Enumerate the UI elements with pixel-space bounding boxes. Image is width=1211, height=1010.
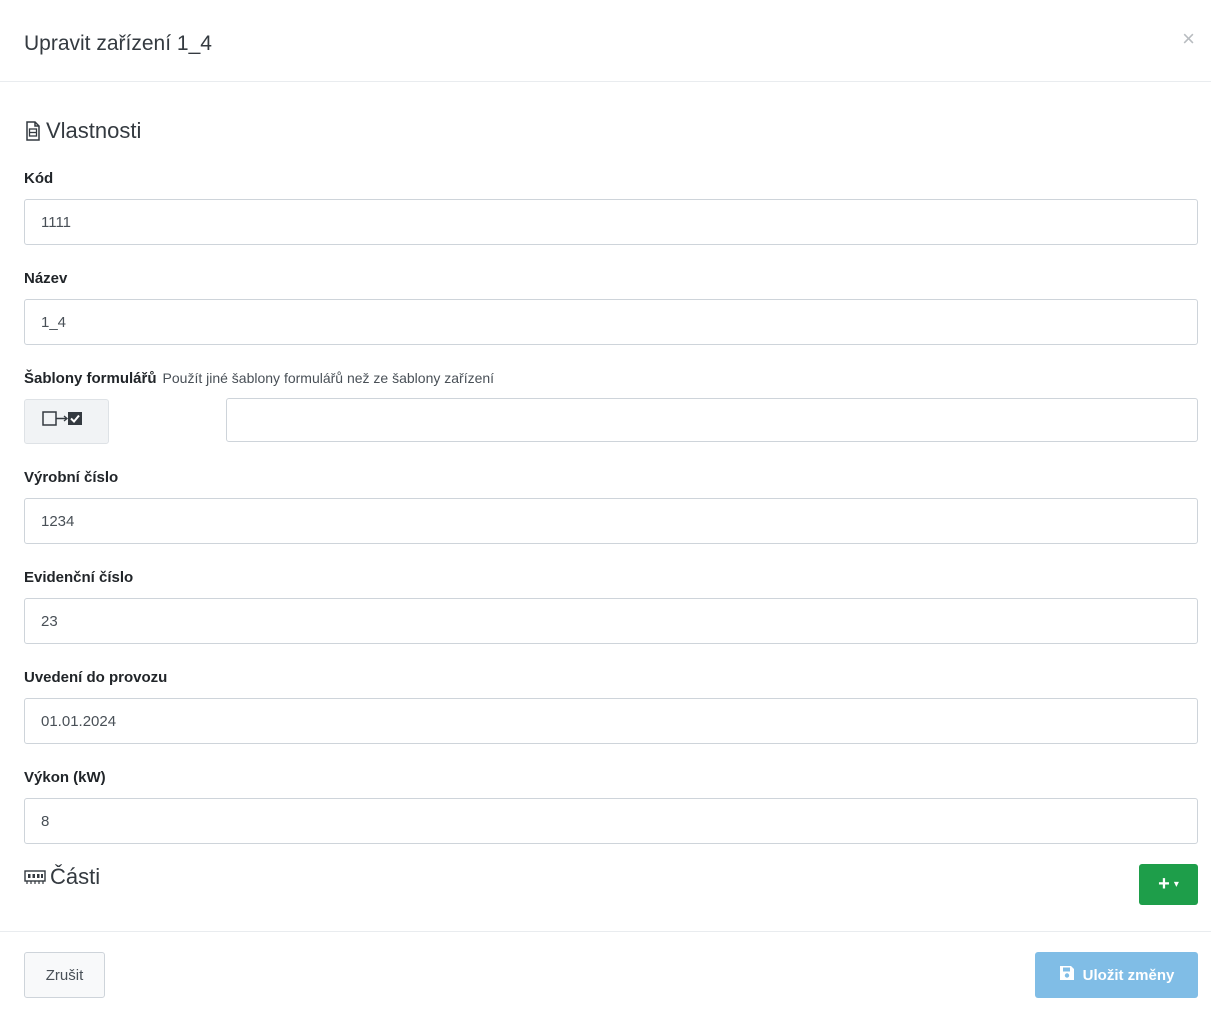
document-icon [24, 121, 42, 141]
parts-title: Části [50, 864, 101, 889]
modal-title: Upravit zařízení 1_4 [24, 32, 212, 55]
plus-icon: + [1158, 873, 1170, 895]
cancel-button[interactable]: Zrušit [24, 952, 105, 998]
add-part-button[interactable]: + ▾ [1139, 864, 1198, 905]
templates-label-text: Šablony formulářů [24, 370, 157, 387]
name-input[interactable] [24, 299, 1198, 345]
properties-title: Vlastnosti [46, 118, 142, 143]
save-changes-button[interactable]: Uložit změny [1035, 952, 1198, 998]
templates-hint: Použít jiné šablony formulářů než ze šab… [162, 370, 495, 386]
commissioning-input[interactable] [24, 698, 1198, 744]
registry-label: Evidenční číslo [24, 569, 134, 586]
name-label: Název [24, 270, 68, 287]
registry-input[interactable] [24, 598, 1198, 644]
code-input[interactable] [24, 199, 1198, 245]
checkbox-toggle-icon [41, 410, 93, 433]
code-label: Kód [24, 170, 54, 187]
templates-input[interactable] [226, 398, 1198, 442]
serial-label: Výrobní číslo [24, 469, 119, 486]
close-button[interactable]: × [1182, 28, 1195, 50]
serial-input[interactable] [24, 498, 1198, 544]
power-input[interactable] [24, 798, 1198, 844]
properties-section-title: Vlastnosti [24, 118, 141, 144]
templates-label: Šablony formulářů Použít jiné šablony for… [24, 370, 494, 387]
modal-header: Upravit zařízení 1_4 × [0, 10, 1211, 82]
save-changes-label: Uložit změny [1082, 966, 1175, 984]
power-label: Výkon (kW) [24, 769, 106, 786]
save-icon [1059, 965, 1075, 985]
parts-section-title: Části [24, 864, 100, 890]
caret-down-icon: ▾ [1173, 879, 1179, 890]
memory-icon [24, 869, 46, 885]
edit-device-modal: Upravit zařízení 1_4 × Vlastnosti Kód Ná… [0, 0, 1211, 1010]
commissioning-label: Uvedení do provozu [24, 669, 168, 686]
templates-toggle-button[interactable] [24, 399, 109, 444]
modal-footer: Zrušit Uložit změny [0, 931, 1211, 1010]
